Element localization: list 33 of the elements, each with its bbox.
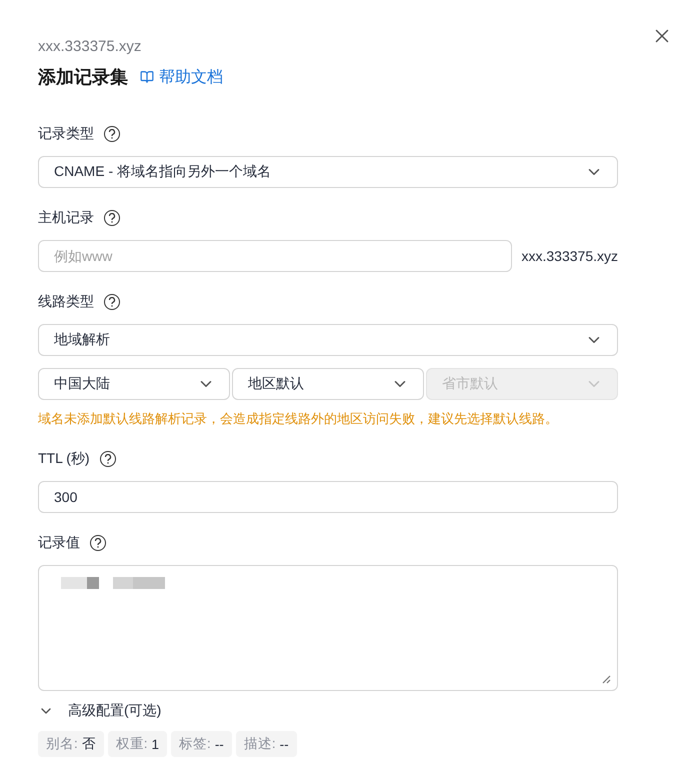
tag-value: 否 (82, 735, 96, 753)
tag-value: -- (214, 736, 224, 752)
select-field[interactable]: 地域解析 (38, 324, 618, 356)
field-label: 线路类型 (38, 293, 94, 311)
domain-name: xxx.333375.xyz (38, 37, 142, 57)
textarea-field[interactable] (38, 565, 618, 691)
select-field[interactable]: CNAME - 将域名指向另外一个域名 (38, 156, 618, 188)
warning-text: 域名未添加默认线路解析记录，会造成指定线路外的地区访问失败，建议先选择默认线路。 (38, 410, 559, 428)
tag-label: 描述: (244, 735, 276, 753)
help-link[interactable]: 帮助文档 (140, 66, 223, 88)
field-label: TTL (秒) (38, 450, 90, 468)
book-icon (140, 70, 154, 84)
dialog-title: 添加记录集 (38, 66, 128, 89)
domain-suffix: xxx.333375.xyz (522, 248, 618, 264)
field-label: 记录值 (38, 534, 80, 552)
tag-label: 权重: (116, 735, 148, 753)
help-icon[interactable] (104, 294, 120, 310)
advanced-toggle[interactable]: 高级配置(可选) (38, 701, 618, 721)
field-label: 记录类型 (38, 125, 94, 143)
help-icon[interactable] (104, 126, 120, 142)
tag-value: 1 (152, 736, 160, 752)
tag-label: 标签: (179, 735, 211, 753)
help-icon[interactable] (104, 210, 120, 226)
help-icon[interactable] (100, 451, 116, 467)
select-field[interactable]: 地区默认 (232, 368, 424, 400)
tag-label: 别名: (46, 735, 78, 753)
input-field[interactable]: 例如www (38, 240, 512, 272)
input-field[interactable]: 300 (38, 481, 618, 513)
select-field[interactable]: 中国大陆 (38, 368, 230, 400)
tag-value: -- (280, 736, 289, 752)
resize-handle-icon[interactable] (602, 675, 611, 684)
field-label: 主机记录 (38, 209, 94, 227)
help-icon[interactable] (90, 535, 106, 551)
